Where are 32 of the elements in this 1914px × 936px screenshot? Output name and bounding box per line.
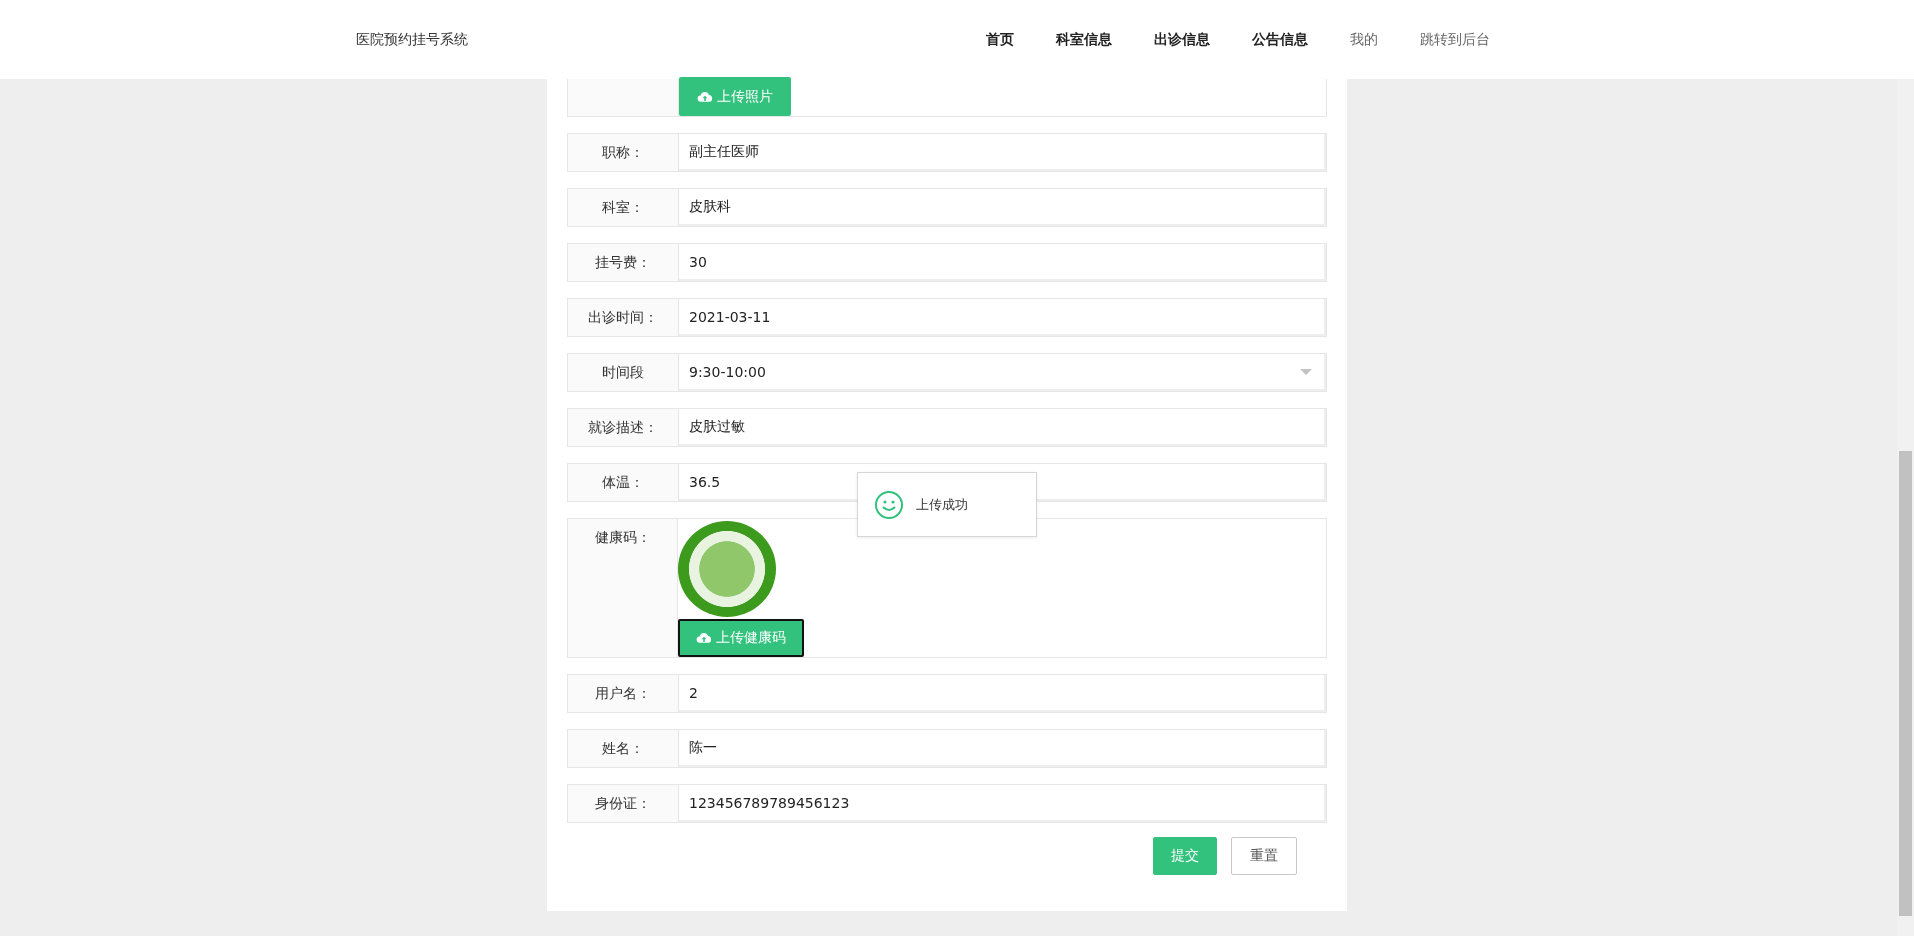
smiley-icon <box>874 489 904 520</box>
nav-link[interactable]: 出诊信息 <box>1154 30 1210 49</box>
cloud-upload-icon <box>697 90 713 103</box>
select-field[interactable]: 9:30-10:00 <box>679 354 1326 391</box>
nav-link[interactable]: 首页 <box>986 30 1014 49</box>
input-field[interactable]: 陈一 <box>679 730 1326 767</box>
input-field[interactable]: 皮肤过敏 <box>679 409 1326 446</box>
cloud-upload-icon <box>696 631 712 644</box>
nav-link[interactable]: 跳转到后台 <box>1420 30 1490 49</box>
input-field[interactable]: 2 <box>679 675 1326 712</box>
reset-button[interactable]: 重置 <box>1231 837 1297 875</box>
field-label: 身份证： <box>568 785 679 822</box>
field-label: 科室： <box>568 189 679 226</box>
field-label: 姓名： <box>568 730 679 767</box>
input-field[interactable]: 副主任医师 <box>679 134 1326 171</box>
field-label: 体温： <box>568 464 679 501</box>
field-label: 时间段 <box>568 354 679 391</box>
nav-link[interactable]: 科室信息 <box>1056 30 1112 49</box>
input-field[interactable]: 皮肤科 <box>679 189 1326 226</box>
field-label: 用户名： <box>568 675 679 712</box>
field-label: 职称： <box>568 134 679 171</box>
field-label: 就诊描述： <box>568 409 679 446</box>
nav-link[interactable]: 我的 <box>1350 30 1378 49</box>
input-field[interactable]: 123456789789456123 <box>679 785 1326 822</box>
input-field[interactable]: 2021-03-11 <box>679 299 1326 336</box>
input-field[interactable]: 30 <box>679 244 1326 281</box>
site-title: 医院预约挂号系统 <box>356 30 468 49</box>
field-label: 健康码： <box>568 519 678 657</box>
field-label: 挂号费： <box>568 244 679 281</box>
caret-icon <box>1300 368 1312 375</box>
field-label: 出诊时间： <box>568 299 679 336</box>
nav-link[interactable]: 公告信息 <box>1252 30 1308 49</box>
